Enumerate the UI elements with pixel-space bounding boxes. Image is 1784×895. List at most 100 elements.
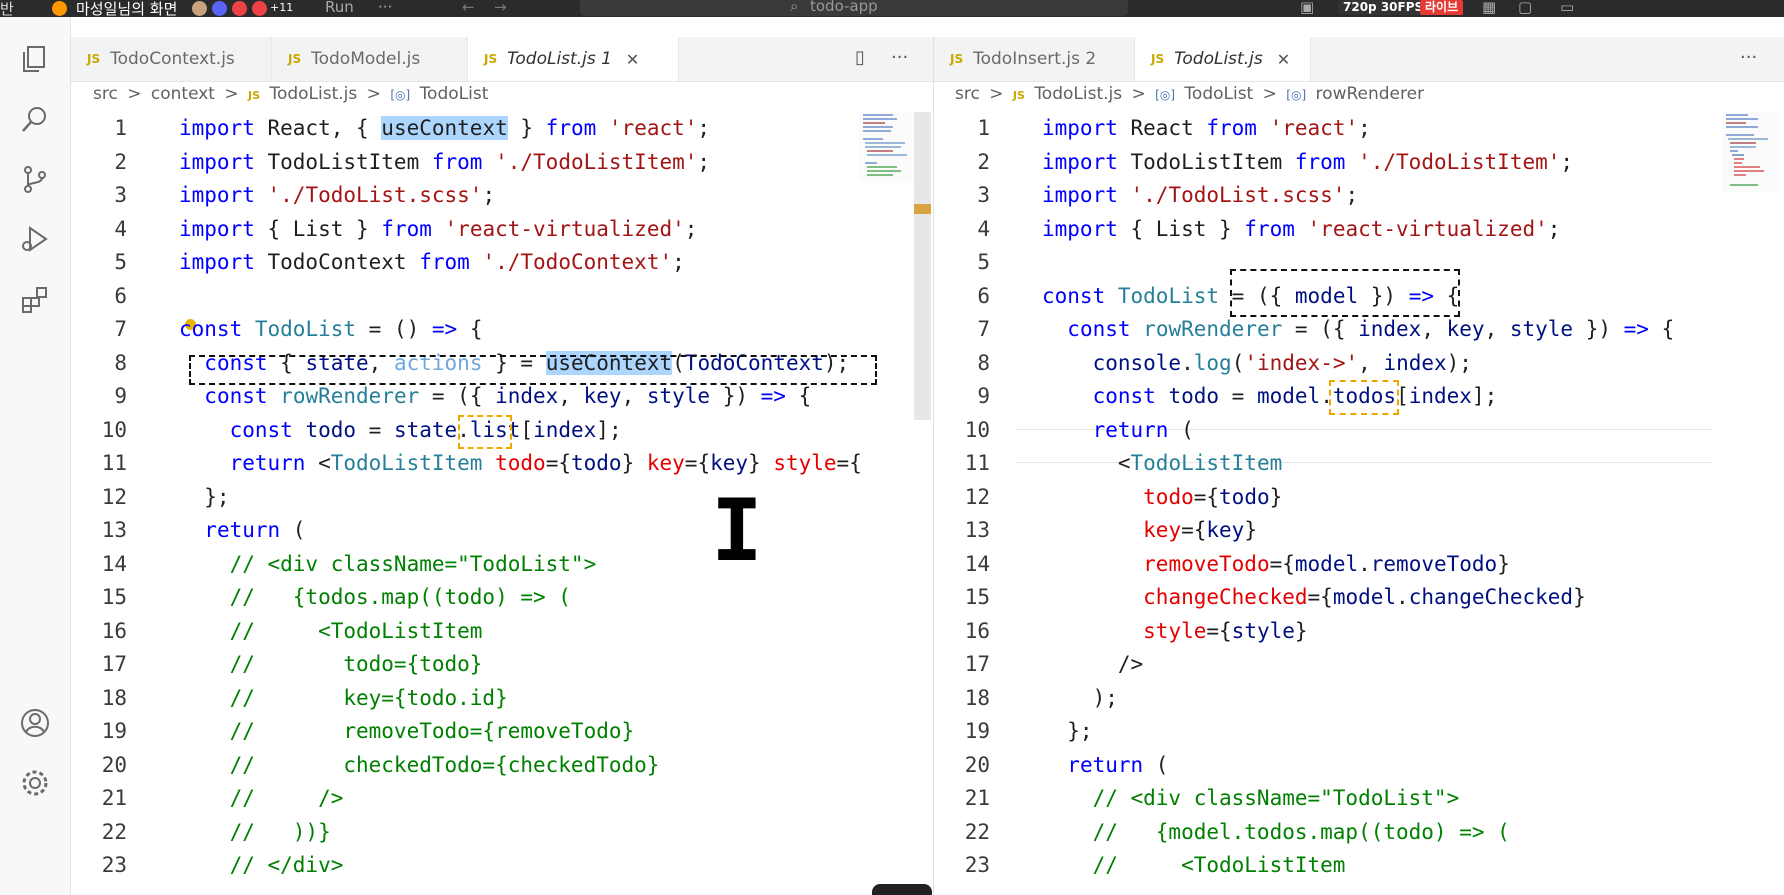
tab-todolist-right[interactable]: JS TodoList.js ✕ <box>1135 37 1311 81</box>
line-number: 22 <box>964 819 990 844</box>
tab-label: TodoContext.js <box>110 49 235 69</box>
js-file-icon: JS <box>950 52 964 66</box>
line-number: 16 <box>964 618 990 643</box>
extensions-icon[interactable] <box>17 281 53 317</box>
breadcrumb-folder[interactable]: src <box>955 84 980 104</box>
line-number: 3 <box>114 183 127 207</box>
text-cursor-icon: I <box>711 481 763 581</box>
code-line: return ( <box>204 518 306 542</box>
tab-todoinsert[interactable]: JS TodoInsert.js 2 <box>934 37 1135 81</box>
code-line: import TodoContext from './TodoContext'; <box>179 250 685 274</box>
forward-arrow-icon[interactable]: → <box>494 0 507 16</box>
split-editor-icon[interactable]: ▯ <box>855 47 865 68</box>
right-tab-bar: JS TodoInsert.js 2 JS TodoList.js ✕ ··· <box>934 37 1784 82</box>
code-line: import TodoListItem from './TodoListItem… <box>1042 149 1574 174</box>
code-line: ); <box>1042 685 1118 710</box>
chevron-right-icon: > <box>224 84 239 104</box>
chevron-right-icon: > <box>366 84 381 104</box>
activity-bar <box>0 17 71 895</box>
code-line: const todo = model.todos[index]; <box>1092 384 1498 408</box>
top-left-fragment: 반 <box>0 0 14 17</box>
more-menu[interactable]: ··· <box>378 0 392 16</box>
line-number: 19 <box>101 719 127 743</box>
line-number: 13 <box>101 518 127 542</box>
breadcrumb-symbol[interactable]: TodoList <box>420 84 489 104</box>
breadcrumb-file[interactable]: TodoList.js <box>1034 84 1122 104</box>
stream-top-bar: 반 마성일님의 화면 +11 Run ··· ← → ⌕ todo-app ▣ … <box>0 0 1784 17</box>
code-line: // todo={todo} <box>179 652 483 676</box>
tab-todomodel[interactable]: JS TodoModel.js <box>272 37 468 81</box>
window-icon[interactable]: ▢ <box>1518 0 1532 16</box>
run-debug-icon[interactable] <box>17 221 53 257</box>
code-line: style={style} <box>1143 618 1308 643</box>
command-center-search[interactable]: ⌕ todo-app <box>580 0 1128 16</box>
line-number: 19 <box>964 719 990 743</box>
js-file-icon: JS <box>248 89 261 102</box>
files-icon[interactable] <box>17 41 53 77</box>
breadcrumb-left: src > context > JS TodoList.js > [◎] Tod… <box>93 84 913 110</box>
code-line: const rowRenderer = ({ index, key, style… <box>204 384 812 408</box>
source-control-icon[interactable] <box>17 161 53 197</box>
viewer-avatar-icon <box>192 1 207 16</box>
line-number: 17 <box>964 652 990 676</box>
run-menu[interactable]: Run <box>325 0 354 16</box>
line-number: 8 <box>977 350 990 375</box>
line-number: 7 <box>977 317 990 341</box>
line-number: 2 <box>114 149 127 174</box>
code-line: }; <box>1042 719 1093 743</box>
search-icon[interactable] <box>17 101 53 137</box>
more-actions-icon[interactable]: ··· <box>891 47 908 68</box>
left-tab-bar: JS TodoContext.js JS TodoModel.js JS Tod… <box>71 37 933 82</box>
code-line: // key={todo.id} <box>179 685 508 710</box>
search-text: todo-app <box>810 0 878 15</box>
chevron-right-icon: > <box>1262 84 1277 104</box>
close-icon[interactable]: ✕ <box>1277 50 1290 69</box>
code-line: // checkedTodo={checkedTodo} <box>179 752 660 777</box>
line-number: 23 <box>964 853 990 877</box>
code-line: <TodoListItem <box>1042 451 1283 475</box>
tab-label: TodoModel.js <box>311 49 421 69</box>
code-line: // <TodoListItem <box>1042 853 1346 877</box>
layout-icon[interactable]: ▣ <box>1300 0 1314 16</box>
code-line: import React from 'react'; <box>1042 116 1371 140</box>
grid-icon[interactable]: ▦ <box>1482 0 1496 16</box>
line-number: 10 <box>101 417 127 442</box>
account-icon[interactable] <box>17 705 53 741</box>
breadcrumb-folder[interactable]: src <box>93 84 118 104</box>
breadcrumb-symbol[interactable]: TodoList <box>1184 84 1253 104</box>
line-number: 1 <box>977 116 990 140</box>
line-number: 10 <box>964 417 990 442</box>
tab-todolist-active[interactable]: JS TodoList.js 1 ✕ <box>468 37 679 81</box>
breadcrumb-folder[interactable]: context <box>151 84 215 104</box>
left-code-editor[interactable]: 1 import React, { useContext } from 'reac… <box>71 112 933 895</box>
settings-gear-icon[interactable] <box>17 765 53 801</box>
line-number: 5 <box>977 250 990 274</box>
line-number: 21 <box>964 786 990 810</box>
symbol-icon: [◎] <box>1155 88 1176 102</box>
annotation-box <box>189 355 877 385</box>
tab-label: TodoList.js 1 <box>507 49 612 69</box>
line-number: 17 <box>101 652 127 676</box>
floating-control[interactable] <box>872 884 932 895</box>
line-number: 13 <box>964 518 990 542</box>
line-number: 9 <box>114 384 127 408</box>
tab-todocontext[interactable]: JS TodoContext.js <box>71 37 272 81</box>
close-icon[interactable]: ✕ <box>626 50 639 69</box>
code-line: return <TodoListItem todo={todo} key={ke… <box>229 451 862 475</box>
breadcrumb-symbol[interactable]: rowRenderer <box>1316 84 1425 104</box>
breadcrumb-file[interactable]: TodoList.js <box>269 84 357 104</box>
line-number: 15 <box>101 585 127 609</box>
more-actions-icon[interactable]: ··· <box>1740 47 1757 68</box>
annotation-box <box>1230 269 1460 317</box>
panel-icon[interactable]: ▭ <box>1560 0 1574 16</box>
quality-badge: 720p 30FPS <box>1338 0 1429 15</box>
search-icon: ⌕ <box>790 0 799 15</box>
line-number: 5 <box>114 250 127 274</box>
chevron-right-icon: > <box>127 84 142 104</box>
right-code-editor[interactable]: 1 import React from 'react'; 2 import Todo… <box>934 112 1784 895</box>
back-arrow-icon[interactable]: ← <box>462 0 475 16</box>
code-line: todo={todo} <box>1143 484 1283 509</box>
line-number: 7 <box>114 317 127 341</box>
line-number: 14 <box>101 551 127 576</box>
annotation-box-orange <box>1329 380 1399 415</box>
